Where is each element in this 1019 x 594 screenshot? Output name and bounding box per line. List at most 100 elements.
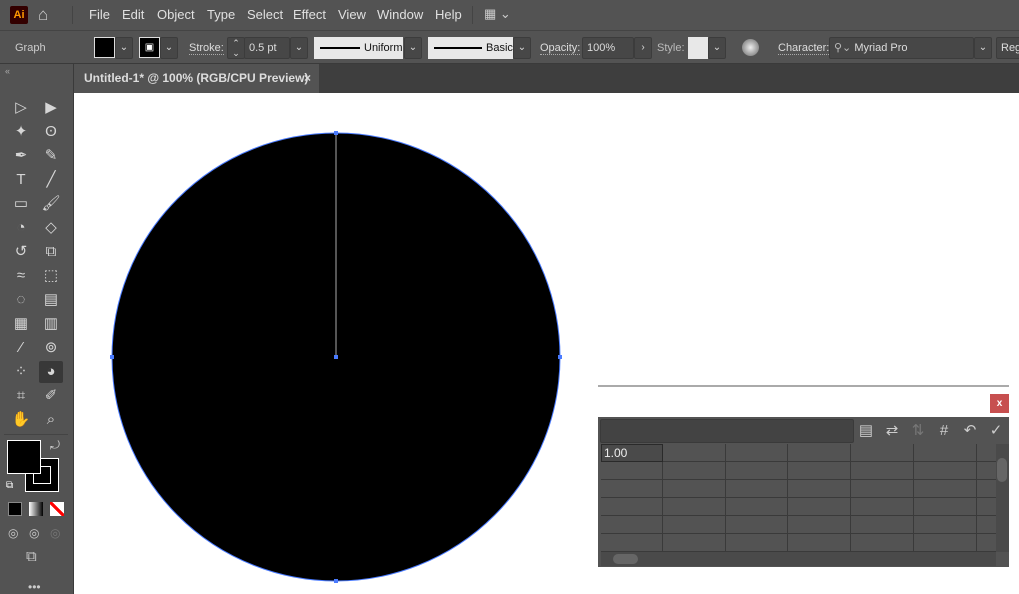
grid-cell[interactable] <box>851 516 914 534</box>
grid-cell[interactable] <box>601 534 663 552</box>
opacity-label[interactable]: Opacity: <box>540 43 581 55</box>
grid-cell[interactable] <box>726 444 788 462</box>
cell-entry-input[interactable] <box>600 419 854 443</box>
grid-cell[interactable] <box>788 444 851 462</box>
grid-cell[interactable] <box>663 480 726 498</box>
style-dropdown[interactable]: ⌄ <box>708 37 726 59</box>
blend-tool[interactable]: ⊚ <box>39 337 63 359</box>
menu-view[interactable]: View <box>338 7 366 22</box>
menu-select[interactable]: Select <box>247 7 283 22</box>
revert-icon[interactable]: ↶ <box>960 421 980 441</box>
menu-help[interactable]: Help <box>435 7 462 22</box>
variable-width-profile[interactable]: Uniform <box>314 37 403 59</box>
grid-cell[interactable] <box>914 462 977 480</box>
grid-cell[interactable] <box>601 462 663 480</box>
color-mode-button[interactable] <box>8 502 22 516</box>
rotate-tool[interactable]: ↺ <box>9 241 33 263</box>
grid-cell[interactable] <box>788 516 851 534</box>
hand-tool[interactable]: ✋ <box>9 409 33 431</box>
shape-builder-tool[interactable]: ◌ <box>9 289 33 311</box>
font-family-dropdown[interactable]: ⌄ <box>974 37 992 59</box>
draw-normal-icon[interactable]: ◎ <box>8 526 18 540</box>
magic-wand-tool[interactable]: ✦ <box>9 121 33 143</box>
horizontal-scrollbar[interactable] <box>601 552 996 566</box>
stroke-stepper[interactable]: ⌃ ⌄ <box>227 37 245 59</box>
stroke-label[interactable]: Stroke: <box>189 43 224 55</box>
vertical-scrollbar[interactable] <box>996 444 1009 552</box>
grid-cell[interactable] <box>663 534 726 552</box>
grid-cell[interactable] <box>851 498 914 516</box>
slice-tool[interactable]: ✐ <box>39 385 63 407</box>
grid-cell[interactable] <box>726 516 788 534</box>
grid-cell[interactable] <box>601 480 663 498</box>
grid-cell[interactable] <box>788 480 851 498</box>
grid-cell[interactable] <box>663 498 726 516</box>
free-transform-tool[interactable]: ⬚ <box>39 265 63 287</box>
font-family-input[interactable]: ⚲⌄ Myriad Pro <box>829 37 974 59</box>
menu-window[interactable]: Window <box>377 7 423 22</box>
stroke-swatch[interactable]: ▣ <box>139 37 160 58</box>
menu-file[interactable]: File <box>89 7 110 22</box>
eyedropper-tool[interactable]: ⁄ <box>9 337 33 359</box>
type-tool[interactable]: T <box>9 169 33 191</box>
character-label[interactable]: Character: <box>778 43 830 55</box>
grid-cell[interactable] <box>601 516 663 534</box>
grid-cell[interactable] <box>914 534 977 552</box>
grid-cell[interactable] <box>851 444 914 462</box>
paintbrush-tool[interactable]: 🖌 <box>39 193 63 215</box>
draw-inside-icon[interactable]: ◎ <box>50 526 60 540</box>
grid-cell[interactable] <box>726 462 788 480</box>
rectangle-tool[interactable]: ▭ <box>9 193 33 215</box>
mesh-tool[interactable]: ▦ <box>9 313 33 335</box>
zoom-tool[interactable]: ⌕ <box>39 409 63 431</box>
import-data-icon[interactable]: ▤ <box>856 421 876 441</box>
document-tab[interactable]: Untitled-1* @ 100% (RGB/CPU Preview) × <box>74 64 319 93</box>
grid-cell[interactable] <box>663 516 726 534</box>
perspective-grid-tool[interactable]: ▤ <box>39 289 63 311</box>
pie-graph-tool[interactable]: ◕ <box>39 361 63 383</box>
grid-cell[interactable] <box>914 516 977 534</box>
grid-cell[interactable] <box>977 480 997 498</box>
stroke-weight-input[interactable]: 0.5 pt <box>244 37 290 59</box>
fill-swatch[interactable] <box>94 37 115 58</box>
grid-cell[interactable] <box>788 462 851 480</box>
eraser-tool[interactable]: ◇ <box>39 217 63 239</box>
default-colors-icon[interactable]: ⧉ <box>6 480 13 491</box>
lasso-tool[interactable]: ʘ <box>39 121 63 143</box>
cell-style-icon[interactable]: # <box>934 421 954 441</box>
symbol-sprayer-tool[interactable]: ⁘ <box>9 361 33 383</box>
grid-cell[interactable] <box>601 498 663 516</box>
selection-tool[interactable]: ▷ <box>9 97 33 119</box>
grid-cell[interactable] <box>977 498 997 516</box>
scroll-thumb[interactable] <box>613 554 638 564</box>
shaper-tool[interactable]: ◔ <box>9 217 33 239</box>
grid-cell[interactable] <box>851 480 914 498</box>
home-icon[interactable]: ⌂ <box>38 5 48 25</box>
grid-cell[interactable] <box>977 534 997 552</box>
graph-data-close-button[interactable]: x <box>990 394 1009 413</box>
grid-cell[interactable] <box>726 498 788 516</box>
grid-cell[interactable]: 1.00 <box>601 444 663 462</box>
grid-cell[interactable] <box>663 462 726 480</box>
artboard-tool[interactable]: ⌗ <box>9 385 33 407</box>
scroll-thumb[interactable] <box>997 458 1007 482</box>
brush-dropdown[interactable]: ⌄ <box>513 37 531 59</box>
gradient-tool[interactable]: ▥ <box>39 313 63 335</box>
recolor-artwork-icon[interactable] <box>742 39 759 56</box>
brush-definition[interactable]: Basic <box>428 37 513 59</box>
stroke-dropdown[interactable]: ⌄ <box>160 37 178 59</box>
fill-color-box[interactable] <box>7 440 41 474</box>
menu-object[interactable]: Object <box>157 7 195 22</box>
more-tools-icon[interactable]: ••• <box>28 580 41 594</box>
gradient-mode-button[interactable] <box>29 502 43 516</box>
close-tab-icon[interactable]: × <box>304 64 311 93</box>
draw-behind-icon[interactable]: ◎ <box>29 526 39 540</box>
screen-mode-icon[interactable]: ⧉ <box>26 548 37 565</box>
grid-cell[interactable] <box>977 462 997 480</box>
none-mode-button[interactable] <box>50 502 64 516</box>
collapse-panel-icon[interactable]: « <box>5 66 10 76</box>
stroke-weight-dropdown[interactable]: ⌄ <box>290 37 308 59</box>
menu-edit[interactable]: Edit <box>122 7 144 22</box>
grid-cell[interactable] <box>977 444 997 462</box>
grid-cell[interactable] <box>726 534 788 552</box>
